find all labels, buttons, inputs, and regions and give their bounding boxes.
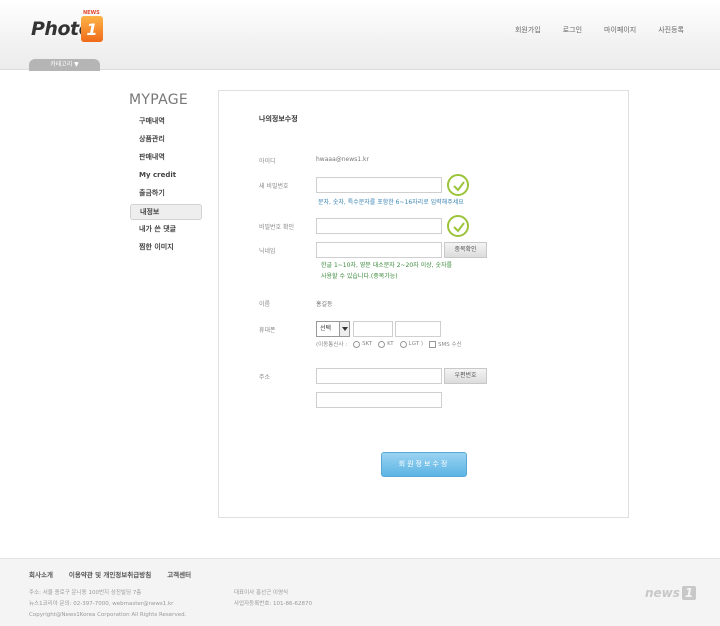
- nickname-input[interactable]: [316, 242, 442, 258]
- address-label: 주소: [259, 374, 271, 381]
- chevron-down-icon: [339, 322, 349, 336]
- news1-footer-logo: news 1: [645, 586, 697, 600]
- carrier-label: (이동통신사 :: [316, 342, 348, 348]
- nav-mypage-link[interactable]: 마이페이지: [604, 25, 636, 35]
- phone-prefix-value: 선택: [320, 325, 332, 332]
- nav-signup-link[interactable]: 회원가입: [515, 25, 541, 35]
- edit-profile-panel: 나의정보수정 아이디 hwaaa@news1.kr 새 비밀번호 문자, 숫자,…: [218, 90, 629, 518]
- sidebar-menu: 구매내역 상품관리 판매내역 My credit 출금하기 내정보 내가 쓴 댓…: [130, 114, 202, 258]
- sidebar-item-wishlist[interactable]: 찜한 이미지: [130, 240, 202, 258]
- new-password-input[interactable]: [316, 177, 442, 193]
- name-value: 홍길동: [316, 301, 333, 308]
- sidebar-item-my-comments[interactable]: 내가 쓴 댓글: [130, 222, 202, 240]
- carrier-skt-radio[interactable]: [353, 340, 361, 348]
- footer-company-info: 주소: 서울 종로구 운니동 100번지 상진빌딩 7층 뉴스1코리아 문의: …: [29, 588, 186, 621]
- confirm-password-input[interactable]: [316, 218, 442, 234]
- id-value: hwaaa@news1.kr: [316, 156, 369, 163]
- footer-links: 회사소개 이용약관 및 개인정보취급방침 고객센터: [29, 569, 191, 579]
- address-detail-input[interactable]: [316, 392, 442, 408]
- id-label: 아이디: [259, 158, 276, 165]
- password-valid-check-icon: [447, 174, 469, 196]
- confirm-password-label: 비밀번호 확인: [259, 224, 295, 231]
- sidebar-item-purchases[interactable]: 구매내역: [130, 114, 202, 132]
- footer-terms-link[interactable]: 이용약관 및 개인정보취급방침: [69, 569, 151, 579]
- carrier-kt-label: KT: [387, 341, 394, 347]
- footer-about-link[interactable]: 회사소개: [29, 569, 53, 579]
- nickname-label: 닉네임: [259, 248, 276, 255]
- nickname-hint-line-2: 사용할 수 있습니다.(중복가능): [321, 273, 398, 280]
- footer-support-link[interactable]: 고객센터: [167, 569, 191, 579]
- footer-business-info: 대표이사 홍선근 이영식 사업자등록번호: 101-86-62870: [234, 588, 312, 610]
- phone-prefix-select[interactable]: 선택: [316, 321, 350, 337]
- new-password-label: 새 비밀번호: [259, 183, 289, 190]
- site-footer: 회사소개 이용약관 및 개인정보취급방침 고객센터 주소: 서울 종로구 운니동…: [0, 558, 720, 626]
- name-label: 이름: [259, 301, 271, 308]
- password-hint: 문자, 숫자, 특수문자를 포함한 6~16자리로 입력해주세요: [318, 199, 464, 206]
- site-header: Photo NEWS 1 회원가입 로그인 마이페이지 사진등록 카테고리 ▼: [0, 0, 720, 71]
- sidebar-item-credit[interactable]: My credit: [130, 168, 202, 186]
- carrier-options: (이동통신사 : SKT KT LGT ) SMS 수신: [316, 340, 462, 348]
- sidebar-title: MYPAGE: [129, 92, 189, 108]
- nav-login-link[interactable]: 로그인: [563, 25, 582, 35]
- footer-ceo: 대표이사 홍선근 이영식: [234, 590, 289, 596]
- carrier-kt-radio[interactable]: [378, 340, 386, 348]
- update-profile-button[interactable]: 회원정보수정: [381, 452, 467, 477]
- logo-number-badge: 1: [81, 16, 103, 42]
- nav-upload-photo-link[interactable]: 사진등록: [658, 25, 684, 35]
- footer-business-number: 사업자등록번호: 101-86-62870: [234, 601, 312, 607]
- top-nav: 회원가입 로그인 마이페이지 사진등록: [515, 25, 684, 35]
- confirm-valid-check-icon: [447, 215, 469, 237]
- carrier-lgt-radio[interactable]: [399, 340, 407, 348]
- sidebar-item-my-info[interactable]: 내정보: [130, 204, 202, 220]
- zipcode-input[interactable]: [316, 368, 442, 384]
- footer-copyright: Copyright@News1Korea Corporation All Rig…: [29, 612, 187, 618]
- news-logo-text: news: [645, 586, 680, 600]
- carrier-lgt-label: LGT ): [408, 341, 424, 347]
- sidebar-item-products[interactable]: 상품관리: [130, 132, 202, 150]
- phone-label: 휴대폰: [259, 327, 276, 334]
- sidebar-item-sales[interactable]: 판매내역: [130, 150, 202, 168]
- zipcode-search-button[interactable]: 우편번호: [444, 368, 487, 384]
- phone-last-input[interactable]: [395, 321, 441, 337]
- nickname-dup-check-button[interactable]: 중복확인: [444, 242, 487, 258]
- panel-title: 나의정보수정: [259, 115, 298, 123]
- news-logo-number: 1: [681, 586, 697, 600]
- sms-label: SMS 수신: [438, 342, 462, 348]
- sms-checkbox[interactable]: [429, 340, 437, 348]
- carrier-skt-label: SKT: [362, 341, 373, 347]
- category-dropdown-tab[interactable]: 카테고리 ▼: [29, 59, 100, 71]
- phone-middle-input[interactable]: [353, 321, 393, 337]
- footer-address: 주소: 서울 종로구 운니동 100번지 상진빌딩 7층: [29, 590, 142, 596]
- nickname-hint-line-1: 한글 1~10자, 영문 대소문자 2~20자 이상, 숫자를: [321, 262, 453, 269]
- sidebar-item-withdraw[interactable]: 출금하기: [130, 186, 202, 204]
- footer-contact: 뉴스1코리아 문의: 02-397-7000, webmaster@news1.…: [29, 601, 174, 607]
